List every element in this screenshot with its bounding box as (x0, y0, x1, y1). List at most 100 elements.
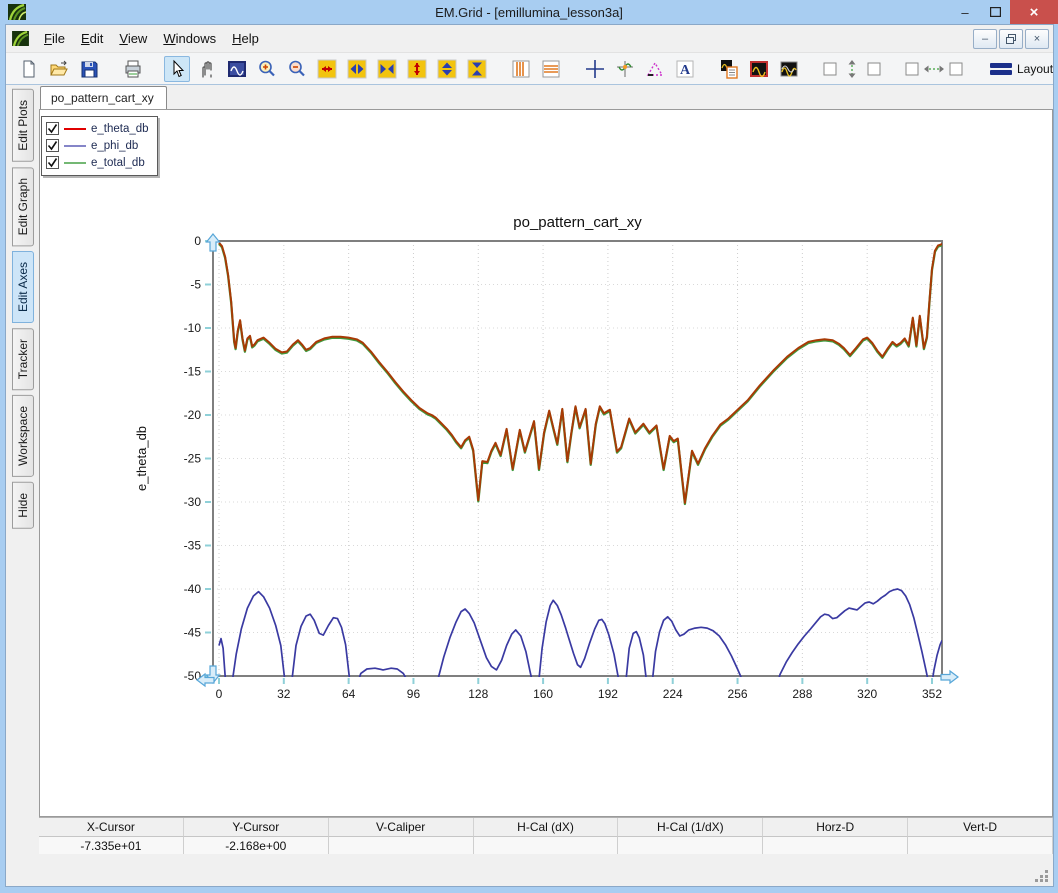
save-button[interactable] (76, 56, 102, 82)
legend-line-swatch (64, 145, 86, 147)
minimize-button[interactable]: – (950, 0, 980, 24)
legend-checkbox-e_theta_db[interactable] (46, 122, 59, 135)
menu-view[interactable]: View (111, 27, 155, 50)
expand-x-icon (317, 59, 337, 79)
svg-text:-25: -25 (184, 452, 202, 466)
zoom-in-button[interactable] (254, 56, 280, 82)
bottom-strip (39, 855, 1053, 886)
menu-windows[interactable]: Windows (155, 27, 224, 50)
open-folder-icon (49, 59, 69, 79)
menu-bar: FileEditViewWindowsHelp – × (6, 25, 1053, 53)
zoom-out-button[interactable] (284, 56, 310, 82)
plot-canvas[interactable]: e_theta_dbe_phi_dbe_total_db 03264961281… (39, 109, 1053, 817)
svg-text:288: 288 (792, 687, 812, 701)
resize-grip[interactable] (1035, 868, 1049, 882)
plot-properties-icon (719, 59, 739, 79)
legend-row-e_phi_db[interactable]: e_phi_db (46, 137, 149, 154)
overlay-plots-icon (779, 59, 799, 79)
legend-line-swatch (64, 162, 86, 164)
status-value-y-cursor: -2.168e+00 (184, 836, 329, 854)
vertical-spacing-group[interactable] (820, 56, 884, 82)
legend-row-e_total_db[interactable]: e_total_db (46, 154, 149, 171)
caliper-tool-button[interactable] (642, 56, 668, 82)
layout-dropdown-button[interactable]: Layout (984, 60, 1058, 78)
stretch-x-in-button[interactable] (374, 56, 400, 82)
overlay-plots-button[interactable] (776, 56, 802, 82)
mdi-minimize-button[interactable]: – (973, 29, 997, 49)
sidebar-tab-edit-axes[interactable]: Edit Axes (12, 251, 34, 323)
legend-checkbox-e_phi_db[interactable] (46, 139, 59, 152)
svg-text:192: 192 (598, 687, 618, 701)
print-button[interactable] (120, 56, 146, 82)
svg-text:224: 224 (663, 687, 683, 701)
expand-y-button[interactable] (404, 56, 430, 82)
status-header-v-caliper: V-Caliper (329, 818, 474, 836)
svg-text:320: 320 (857, 687, 877, 701)
sidebar-tab-edit-graph[interactable]: Edit Graph (12, 167, 34, 246)
select-tool-button[interactable] (164, 56, 190, 82)
expand-x-button[interactable] (314, 56, 340, 82)
svg-text:-15: -15 (184, 365, 202, 379)
vertical-grid-lines-button[interactable] (508, 56, 534, 82)
y-tick-labels: 0-5-10-15-20-25-30-35-40-45-50 (184, 234, 202, 683)
stretch-y-in-button[interactable] (464, 56, 490, 82)
gridlines (213, 241, 942, 676)
zoom-window-button[interactable] (224, 56, 250, 82)
svg-text:-10: -10 (184, 321, 202, 335)
text-annotation-icon: A (675, 59, 695, 79)
document-tab-bar: po_pattern_cart_xy (39, 85, 1053, 109)
menu-items: FileEditViewWindowsHelp (36, 27, 267, 50)
menu-help[interactable]: Help (224, 27, 267, 50)
new-document-button[interactable] (16, 56, 42, 82)
status-value-vert-d (908, 836, 1053, 854)
print-icon (123, 59, 143, 79)
stretch-y-out-button[interactable] (434, 56, 460, 82)
svg-text:-5: -5 (190, 278, 201, 292)
stretch-x-out-button[interactable] (344, 56, 370, 82)
sidebar-tab-edit-plots[interactable]: Edit Plots (12, 89, 34, 162)
legend-row-e_theta_db[interactable]: e_theta_db (46, 120, 149, 137)
toolbar: A (6, 53, 1053, 85)
horizontal-grid-lines-button[interactable] (538, 56, 564, 82)
y-axis-top-handle[interactable] (207, 234, 220, 251)
status-value-h-cal-1-dx- (618, 836, 763, 854)
maximize-button[interactable] (980, 0, 1010, 24)
tracker-cursor-button[interactable] (612, 56, 638, 82)
sidebar-tab-hide[interactable]: Hide (12, 482, 34, 529)
window-title: EM.Grid - [emillumina_lesson3a] (0, 5, 1058, 20)
status-header-h-cal-1-dx-: H-Cal (1/dX) (618, 818, 763, 836)
pan-tool-button[interactable] (194, 56, 220, 82)
x-axis-right-handle[interactable] (941, 671, 958, 683)
restore-icon (1006, 34, 1016, 44)
chart-canvas[interactable]: 03264961281601922242562883203520-5-10-15… (122, 210, 962, 715)
plot-properties-button[interactable] (716, 56, 742, 82)
edit-plot-icon (749, 59, 769, 79)
sidebar-tab-workspace[interactable]: Workspace (12, 395, 34, 477)
layout-label: Layout (1017, 62, 1053, 76)
menu-edit[interactable]: Edit (73, 27, 111, 50)
select-arrow-icon (167, 59, 187, 79)
document-tab[interactable]: po_pattern_cart_xy (40, 86, 167, 109)
crosshair-icon (585, 59, 605, 79)
sidebar-tab-tracker[interactable]: Tracker (12, 328, 34, 390)
horizontal-spacing-icon (905, 59, 963, 79)
legend-checkbox-e_total_db[interactable] (46, 156, 59, 169)
status-bar: X-CursorY-CursorV-CaliperH-Cal (dX)H-Cal… (39, 817, 1053, 855)
svg-text:-20: -20 (184, 408, 202, 422)
crosshair-cursor-button[interactable] (582, 56, 608, 82)
zoom-out-icon (287, 59, 307, 79)
svg-text:-40: -40 (184, 582, 202, 596)
status-value-v-caliper (329, 836, 474, 854)
expand-y-icon (407, 59, 427, 79)
open-file-button[interactable] (46, 56, 72, 82)
status-header-vert-d: Vert-D (908, 818, 1053, 836)
mdi-close-button[interactable]: × (1025, 29, 1049, 49)
menu-file[interactable]: File (36, 27, 73, 50)
text-annotation-button[interactable]: A (672, 56, 698, 82)
zoom-window-icon (227, 59, 247, 79)
mdi-restore-button[interactable] (999, 29, 1023, 49)
edit-plot-button[interactable] (746, 56, 772, 82)
horizontal-spacing-group[interactable] (902, 56, 966, 82)
close-button[interactable]: × (1010, 0, 1058, 24)
curve-e_phi_db (219, 589, 942, 693)
